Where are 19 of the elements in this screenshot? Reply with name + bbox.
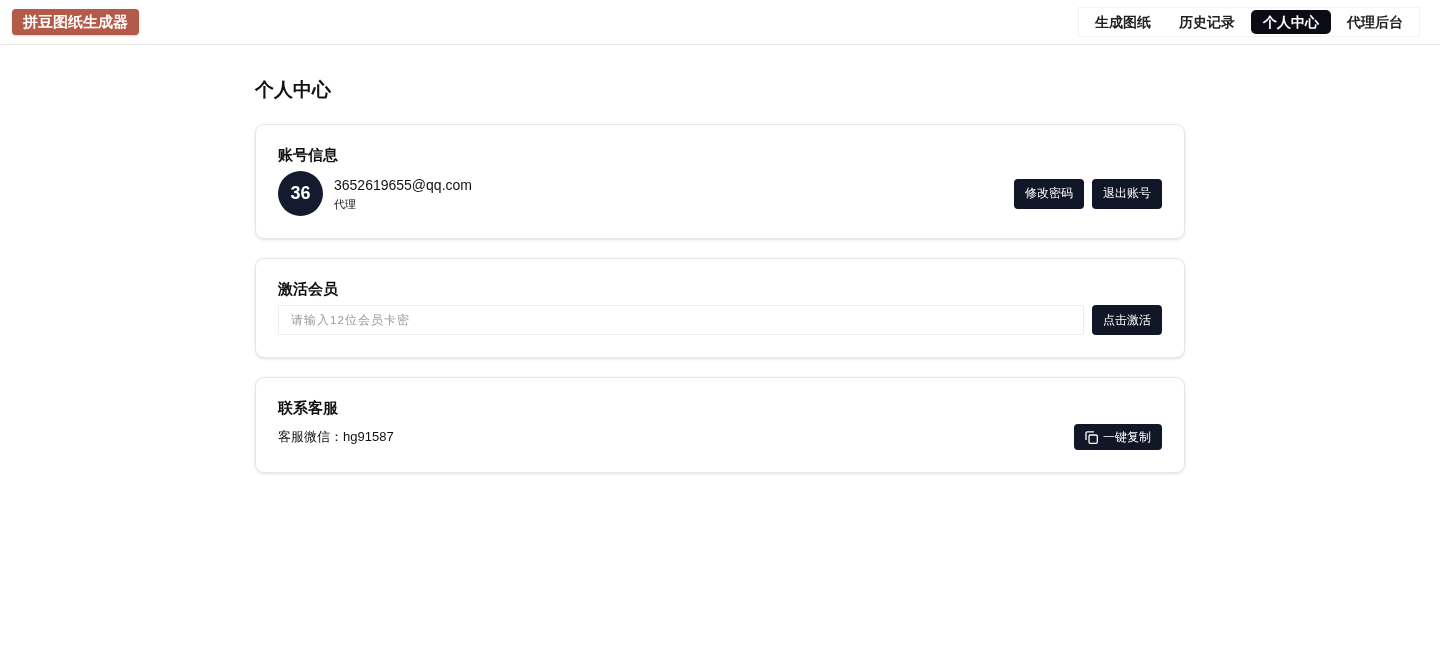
nav-tab[interactable]: 代理后台	[1335, 10, 1415, 34]
nav-tab[interactable]: 历史记录	[1167, 10, 1247, 34]
copy-icon	[1085, 430, 1098, 444]
account-role: 代理	[334, 196, 357, 212]
account-email: 3652619655@qq.com	[334, 175, 473, 195]
card-title: 账号信息	[278, 145, 339, 165]
card-key-input[interactable]: 请输入12位会员卡密	[278, 305, 1084, 335]
change-password-button[interactable]: 修改密码	[1014, 178, 1084, 209]
wechat-contact-text: 客服微信：hg91587	[278, 428, 395, 446]
avatar-circle: 36	[278, 171, 323, 216]
activate-button[interactable]: 点击激活	[1092, 305, 1162, 335]
card-title: 联系客服	[278, 398, 339, 418]
nav-tab[interactable]: 生成图纸	[1083, 10, 1163, 34]
page-title: 个人中心	[255, 78, 332, 102]
app-logo[interactable]: 拼豆图纸生成器	[12, 9, 139, 35]
copy-button[interactable]: 一键复制	[1074, 424, 1162, 450]
logout-button[interactable]: 退出账号	[1092, 178, 1162, 209]
nav-tab[interactable]: 个人中心	[1251, 10, 1331, 34]
card-title: 激活会员	[278, 279, 339, 299]
